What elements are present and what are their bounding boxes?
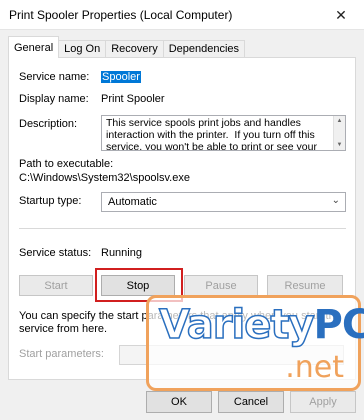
window-title: Print Spooler Properties (Local Computer… [9, 8, 233, 22]
tab-log-on[interactable]: Log On [58, 40, 107, 58]
watermark-brand-b: PC [313, 302, 364, 348]
service-status-value: Running [101, 247, 142, 259]
startup-type-label: Startup type: [19, 195, 82, 207]
description-text: This service spools print jobs and handl… [106, 117, 317, 151]
tab-strip: General Log On Recovery Dependencies [8, 36, 246, 58]
display-name-label: Display name: [19, 93, 89, 105]
stop-button[interactable]: Stop [101, 275, 175, 296]
watermark-logo: VarietyPC .net [146, 295, 364, 391]
scroll-down-icon[interactable]: ▼ [334, 140, 345, 150]
watermark-domain: .net [285, 350, 344, 385]
tab-recovery[interactable]: Recovery [105, 40, 164, 58]
divider [19, 228, 346, 229]
service-status-label: Service status: [19, 247, 92, 259]
ok-button[interactable]: OK [146, 391, 212, 413]
start-button[interactable]: Start [19, 275, 93, 296]
scroll-up-icon[interactable]: ▲ [334, 116, 345, 126]
chevron-down-icon: ⌄ [331, 195, 340, 206]
path-label: Path to executable: [19, 158, 114, 170]
close-icon[interactable]: ✕ [318, 0, 364, 30]
tab-general[interactable]: General [8, 36, 60, 58]
tab-dependencies[interactable]: Dependencies [162, 40, 246, 58]
resume-button[interactable]: Resume [267, 275, 343, 296]
title-bar: Print Spooler Properties (Local Computer… [0, 0, 364, 30]
startup-type-value: Automatic [108, 196, 157, 208]
apply-button[interactable]: Apply [290, 391, 356, 413]
cancel-button[interactable]: Cancel [218, 391, 284, 413]
pause-button[interactable]: Pause [184, 275, 258, 296]
display-name-value: Print Spooler [101, 93, 165, 105]
description-label: Description: [19, 118, 78, 130]
start-params-label: Start parameters: [19, 348, 104, 360]
description-box[interactable]: This service spools print jobs and handl… [101, 115, 346, 151]
service-name-value[interactable]: Spooler [101, 71, 141, 83]
path-value: C:\Windows\System32\spoolsv.exe [19, 172, 190, 184]
watermark-brand: VarietyPC [158, 301, 364, 349]
service-name-label: Service name: [19, 71, 90, 83]
description-scrollbar[interactable]: ▲ ▼ [333, 116, 345, 150]
watermark-brand-a: Variety [158, 301, 315, 349]
startup-type-select[interactable]: Automatic ⌄ [101, 192, 346, 212]
